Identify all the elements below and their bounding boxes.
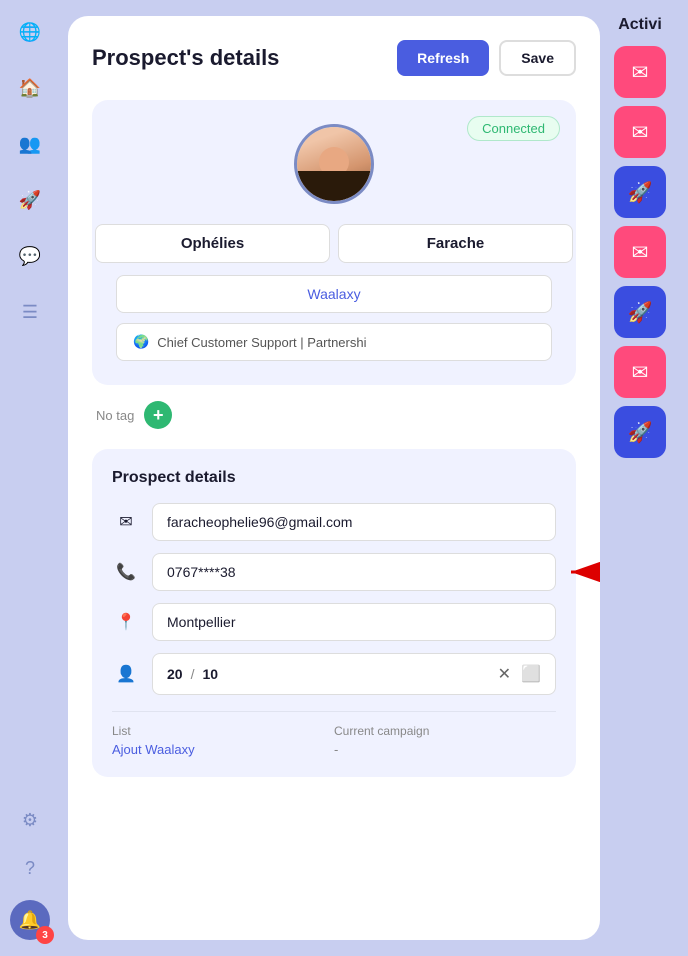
bell-icon: 🔔 [19, 910, 41, 931]
score-field: 20 / 10 ✕ ⬜ [152, 653, 556, 695]
save-button[interactable]: Save [499, 40, 576, 76]
page-title: Prospect's details [92, 45, 279, 71]
notification-badge: 3 [36, 926, 54, 944]
list-campaign-section: List Ajout Waalaxy Current campaign - [112, 711, 556, 757]
add-tag-button[interactable]: + [144, 401, 172, 429]
activity-email-btn-4[interactable]: ✉ [614, 346, 666, 398]
campaign-value: - [334, 742, 556, 757]
campaign-label: Current campaign [334, 724, 556, 738]
score-current: 20 [167, 666, 183, 682]
header-buttons: Refresh Save [397, 40, 576, 76]
email-input[interactable] [152, 503, 556, 541]
location-icon: 📍 [112, 608, 140, 636]
score-expand-button[interactable]: ⬜ [521, 664, 541, 684]
activity-rocket-btn-1[interactable]: 🚀 [614, 166, 666, 218]
activity-email-btn-3[interactable]: ✉ [614, 226, 666, 278]
first-name-input[interactable] [95, 224, 330, 263]
activity-panel: Activi ✉ ✉ 🚀 ✉ 🚀 ✉ 🚀 [600, 16, 680, 940]
refresh-button[interactable]: Refresh [397, 40, 489, 76]
sidebar-item-help[interactable]: ? [14, 852, 46, 884]
score-divider: / [191, 666, 195, 682]
role-emoji: 🌍 [133, 334, 149, 350]
phone-input[interactable] [152, 553, 556, 591]
name-fields [116, 224, 552, 263]
profile-card: Connected 🌍 Chief Customer Support | Par… [92, 100, 576, 385]
activity-email-btn-1[interactable]: ✉ [614, 46, 666, 98]
sidebar-item-list[interactable]: ☰ [14, 296, 46, 328]
tag-section: No tag + [92, 401, 576, 429]
company-input[interactable] [116, 275, 552, 313]
sidebar-item-settings[interactable]: ⚙ [14, 804, 46, 836]
notification-button[interactable]: 🔔 3 [10, 900, 50, 940]
no-tag-label: No tag [96, 408, 134, 423]
list-label: List [112, 724, 334, 738]
sidebar-item-rocket[interactable]: 🚀 [14, 184, 46, 216]
panel-header: Prospect's details Refresh Save [92, 40, 576, 76]
prospect-panel: Prospect's details Refresh Save Connecte… [68, 16, 600, 940]
main-content: Prospect's details Refresh Save Connecte… [60, 0, 688, 956]
prospect-details-section: Prospect details ✉ 📞 [92, 449, 576, 777]
red-arrow-indicator [566, 562, 600, 582]
sidebar-item-home[interactable]: 🏠 [14, 72, 46, 104]
sidebar: 🌐 🏠 👥 🚀 💬 ☰ ⚙ ? 🔔 3 [0, 0, 60, 956]
score-max: 10 [202, 666, 218, 682]
avatar [294, 124, 374, 204]
activity-email-btn-2[interactable]: ✉ [614, 106, 666, 158]
avatar-image [297, 127, 371, 201]
sidebar-bottom: ⚙ ? 🔔 3 [10, 804, 50, 940]
connected-badge: Connected [467, 116, 560, 141]
last-name-input[interactable] [338, 224, 573, 263]
details-section-title: Prospect details [112, 469, 556, 487]
list-value[interactable]: Ajout Waalaxy [112, 742, 334, 757]
role-field: 🌍 Chief Customer Support | Partnershi [116, 323, 552, 361]
phone-icon: 📞 [112, 558, 140, 586]
location-row: 📍 [112, 603, 556, 641]
activity-title: Activi [618, 16, 662, 34]
role-text: Chief Customer Support | Partnershi [157, 335, 366, 350]
campaign-column: Current campaign - [334, 724, 556, 757]
activity-rocket-btn-3[interactable]: 🚀 [614, 406, 666, 458]
email-row: ✉ [112, 503, 556, 541]
sidebar-item-globe[interactable]: 🌐 [14, 16, 46, 48]
score-icon: 👤 [112, 660, 140, 688]
list-column: List Ajout Waalaxy [112, 724, 334, 757]
phone-row: 📞 [112, 553, 556, 591]
score-clear-button[interactable]: ✕ [498, 664, 511, 684]
location-input[interactable] [152, 603, 556, 641]
sidebar-item-chat[interactable]: 💬 [14, 240, 46, 272]
email-icon: ✉ [112, 508, 140, 536]
score-row: 👤 20 / 10 ✕ ⬜ [112, 653, 556, 695]
activity-rocket-btn-2[interactable]: 🚀 [614, 286, 666, 338]
sidebar-item-users[interactable]: 👥 [14, 128, 46, 160]
